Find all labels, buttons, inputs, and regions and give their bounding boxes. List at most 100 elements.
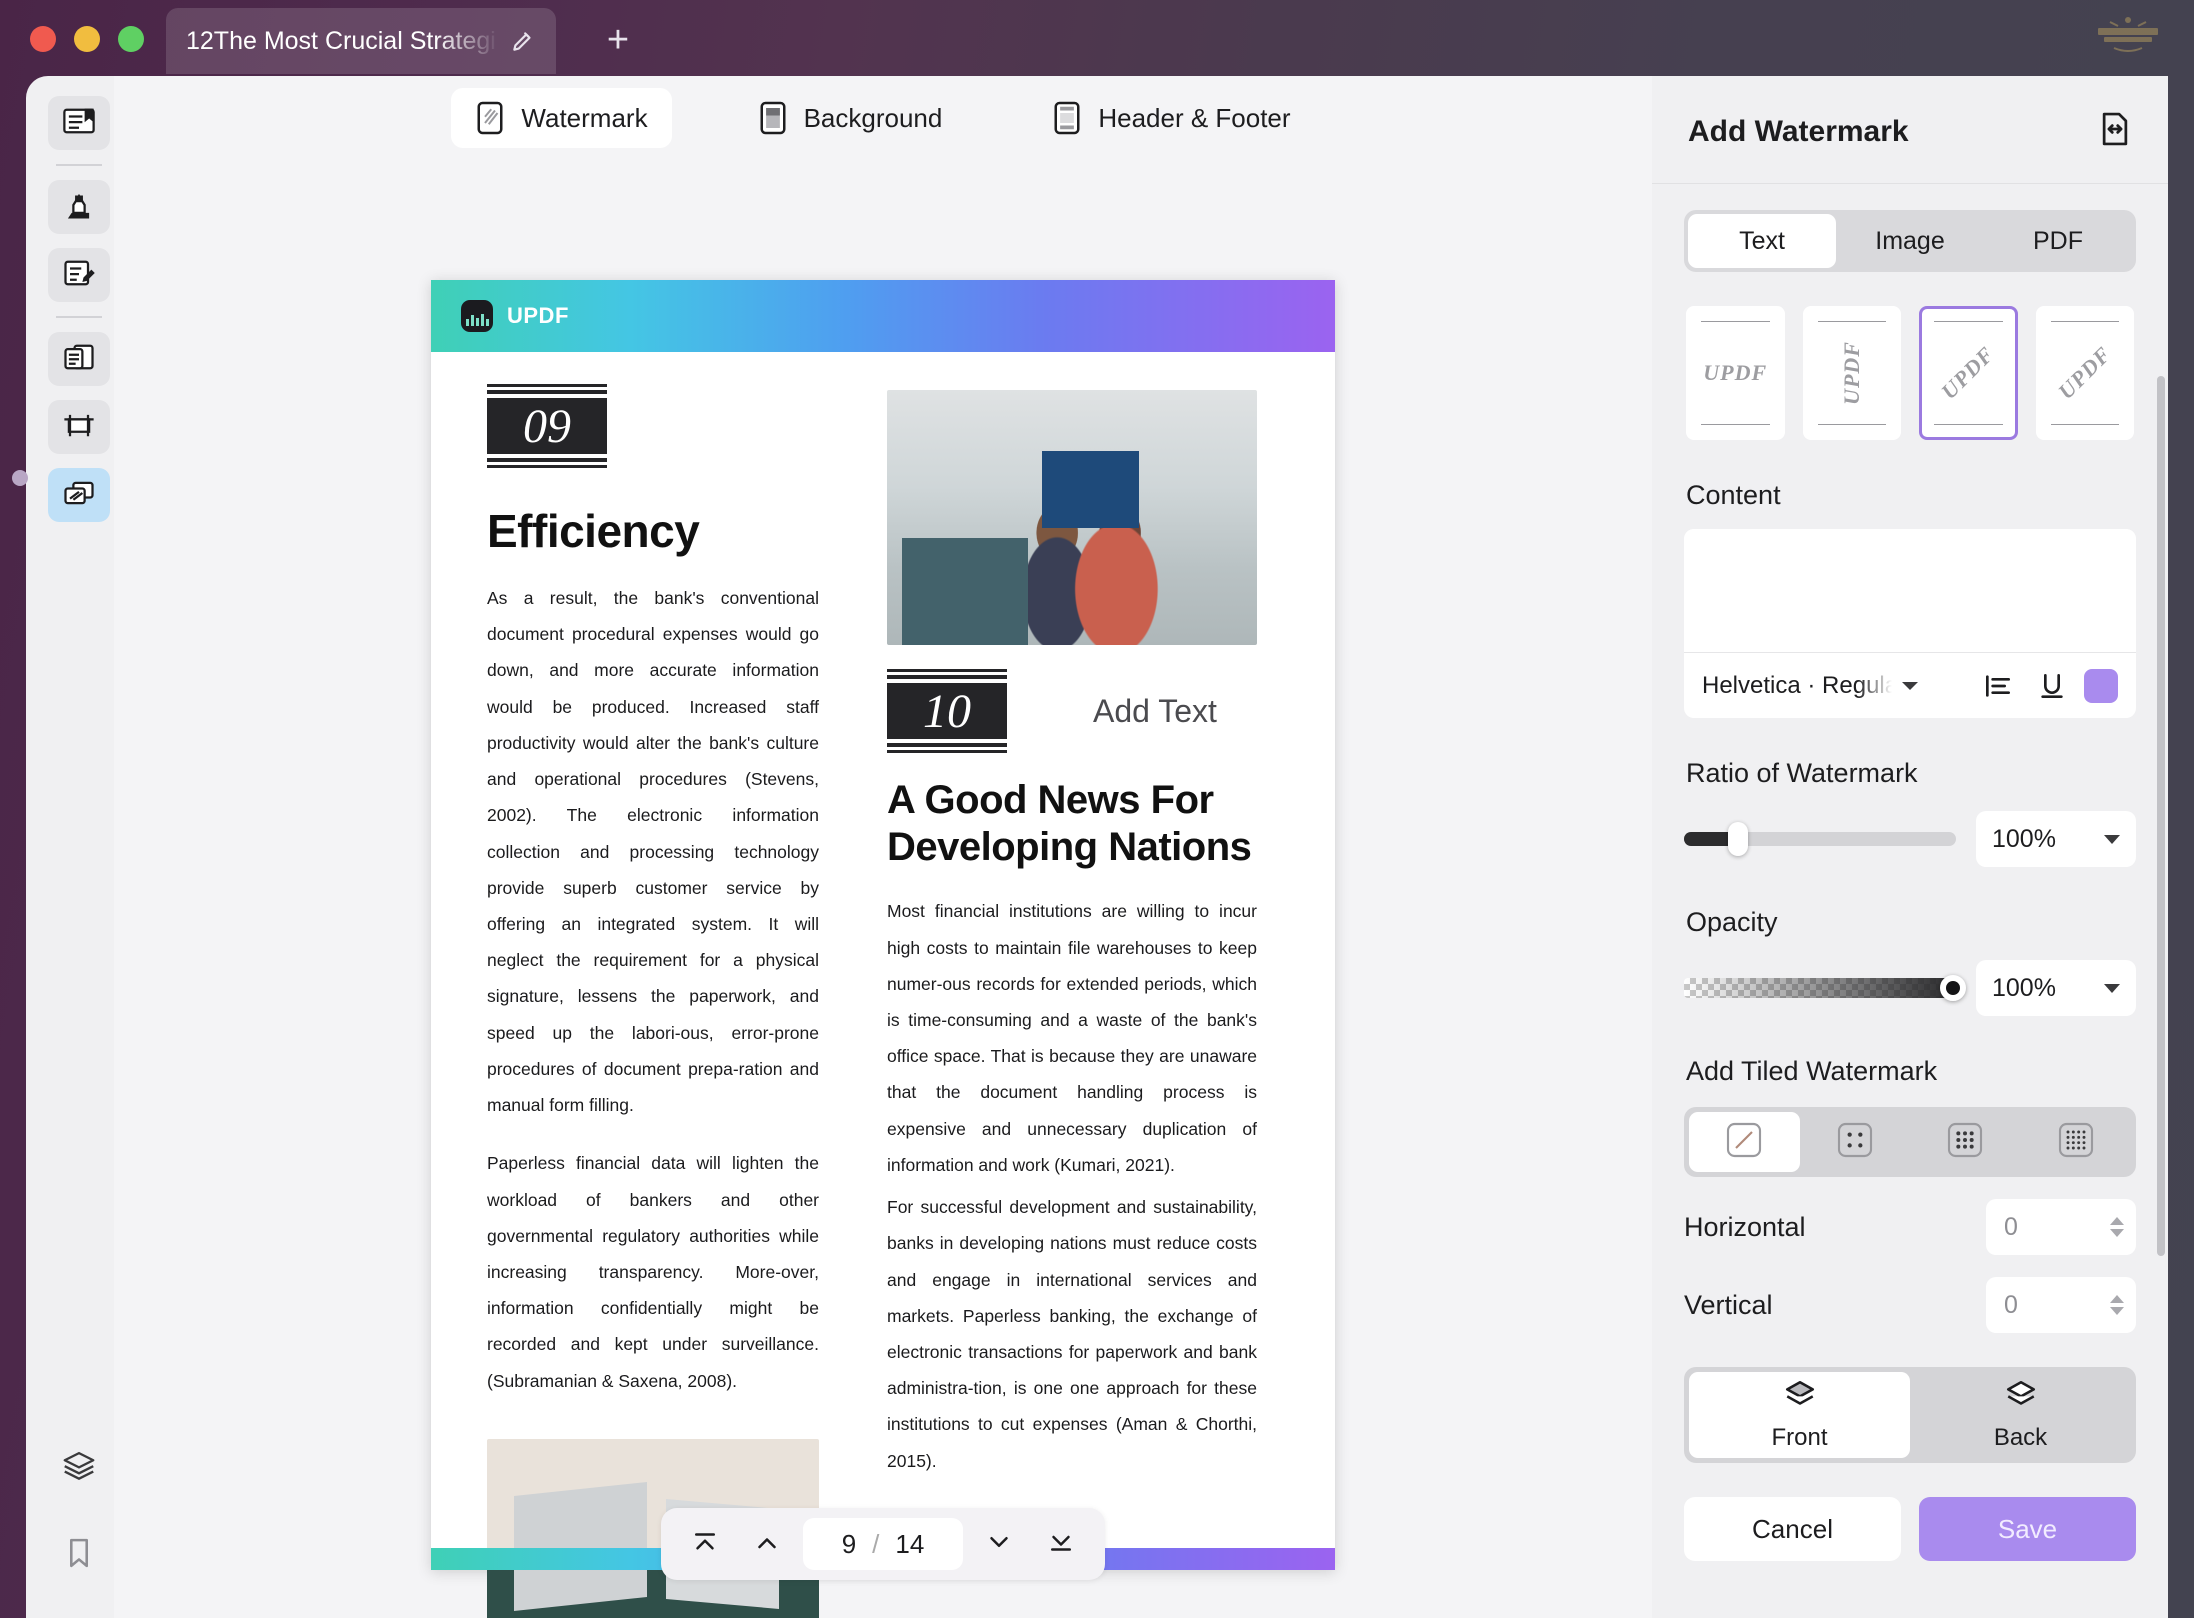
opacity-value: 100% [1992, 973, 2056, 1002]
font-selector[interactable]: Helvetica · Regular [1702, 672, 1966, 700]
align-left-icon[interactable] [1976, 664, 2020, 708]
watermark-presets: UPDF UPDF UPDF UPDF [1686, 306, 2134, 440]
page-separator: / [872, 1528, 880, 1559]
watermark-toolbar: Watermark Background Header & Footer [114, 76, 1652, 160]
sidebar-item-layers[interactable] [48, 1440, 110, 1494]
document-pencil-icon [61, 257, 97, 294]
watermark-text-input[interactable] [1684, 529, 2136, 647]
previous-page-button[interactable] [741, 1518, 793, 1570]
preset-horizontal[interactable]: UPDF [1686, 306, 1785, 440]
stepper-arrows[interactable] [2110, 1217, 2124, 1237]
stepper-up-icon[interactable] [2110, 1217, 2124, 1225]
preset-label: UPDF [1936, 341, 2000, 405]
preset-label: UPDF [1703, 360, 1768, 385]
ratio-label: Ratio of Watermark [1686, 758, 1918, 788]
panel-scrollbar[interactable] [2157, 376, 2165, 1256]
opacity-value-select[interactable]: 100% [1976, 960, 2136, 1016]
watermark-panel: Add Watermark Text Image PDF UPDF UPDF U… [1652, 76, 2168, 1618]
paragraph-right-2: For successful development and sustainab… [887, 1197, 1257, 1471]
preset-label: UPDF [2052, 341, 2116, 405]
panel-resize-icon[interactable] [2098, 110, 2132, 153]
ratio-value-select[interactable]: 100% [1976, 811, 2136, 867]
window-controls[interactable] [30, 26, 144, 52]
tile-option-4x4[interactable] [2021, 1112, 2132, 1172]
document-tab[interactable]: 12The Most Crucial Strategi [166, 8, 556, 74]
opacity-label: Opacity [1686, 907, 1778, 937]
layer-front-label: Front [1771, 1423, 1828, 1451]
stepper-down-icon[interactable] [2110, 1229, 2124, 1237]
close-button[interactable] [30, 26, 56, 52]
sidebar-item-reader-view[interactable] [48, 96, 110, 150]
underline-icon[interactable] [2030, 664, 2074, 708]
page-number-input[interactable]: 9 / 14 [803, 1518, 963, 1570]
last-page-button[interactable] [1035, 1518, 1087, 1570]
layer-position-toggle: Front Back [1684, 1367, 2136, 1463]
panel-header: Add Watermark [1652, 76, 2168, 153]
section-number-10: 10 [887, 669, 1007, 753]
watermark-type-tabs: Text Image PDF [1684, 210, 2136, 272]
stepper-down-icon[interactable] [2110, 1307, 2124, 1315]
horizontal-stepper[interactable]: 0 [1986, 1199, 2136, 1255]
tab-text[interactable]: Text [1688, 214, 1836, 268]
sidebar-item-crop-page[interactable] [48, 400, 110, 454]
tab-image[interactable]: Image [1836, 214, 1984, 268]
ratio-slider[interactable] [1684, 822, 1956, 856]
save-button[interactable]: Save [1919, 1497, 2136, 1561]
sidebar-drag-handle[interactable] [12, 470, 28, 486]
sidebar-item-organize-pages[interactable] [48, 332, 110, 386]
pdf-page[interactable]: UPDF 09 Efficiency As a result, the bank… [431, 280, 1335, 1618]
tab-background[interactable]: Background [734, 88, 967, 148]
updf-logo-icon [461, 300, 493, 332]
vertical-stepper[interactable]: 0 [1986, 1277, 2136, 1333]
preset-vertical[interactable]: UPDF [1802, 306, 1901, 440]
dots-2x2-icon [1835, 1120, 1875, 1165]
new-tab-button[interactable]: + [600, 21, 636, 60]
preset-diagonal-up[interactable]: UPDF [1919, 306, 2018, 440]
chevron-down-icon [1902, 681, 1918, 690]
header-footer-icon [1052, 99, 1082, 137]
diagonal-line-icon [1724, 1120, 1764, 1165]
background-icon [758, 99, 788, 137]
watermark-layers-icon [61, 477, 97, 514]
section-number-09: 09 [487, 384, 607, 468]
tab-pdf[interactable]: PDF [1984, 214, 2132, 268]
bookmark-icon [63, 1535, 95, 1576]
sidebar-item-watermark-tool[interactable] [48, 468, 110, 522]
total-pages-value: 14 [895, 1528, 925, 1559]
page-header-band: UPDF [431, 280, 1335, 352]
horizontal-value: 0 [2004, 1212, 2018, 1241]
sidebar-item-edit-pdf[interactable] [48, 248, 110, 302]
tab-watermark-label: Watermark [521, 102, 648, 133]
tab-header-footer-label: Header & Footer [1098, 102, 1291, 133]
tab-header-footer[interactable]: Header & Footer [1028, 88, 1314, 148]
stepper-arrows[interactable] [2110, 1295, 2124, 1315]
cancel-button[interactable]: Cancel [1684, 1497, 1901, 1561]
tile-option-no-tile[interactable] [1689, 1112, 1800, 1172]
stepper-up-icon[interactable] [2110, 1295, 2124, 1303]
paragraph-right-1: Most financial institutions are willing … [887, 901, 1257, 1175]
pencil-icon[interactable] [510, 28, 536, 54]
sidebar-item-bookmarks[interactable] [48, 1528, 110, 1582]
opacity-slider[interactable] [1684, 975, 1967, 1001]
ratio-value: 100% [1992, 824, 2056, 853]
layer-back-label: Back [1993, 1423, 2048, 1451]
tab-watermark[interactable]: Watermark [451, 88, 672, 148]
next-page-button[interactable] [973, 1518, 1025, 1570]
book-bookmark-icon [61, 105, 97, 142]
tile-option-3x3[interactable] [1910, 1112, 2021, 1172]
ratio-slider-handle[interactable] [1728, 822, 1749, 856]
add-text-label[interactable]: Add Text [1093, 693, 1217, 730]
opacity-slider-handle[interactable] [1940, 975, 1967, 1001]
first-page-button[interactable] [679, 1518, 731, 1570]
minimize-button[interactable] [74, 26, 100, 52]
tile-option-2x2[interactable] [1800, 1112, 1911, 1172]
document-canvas[interactable]: UPDF 09 Efficiency As a result, the bank… [114, 160, 1652, 1618]
watermark-color-swatch[interactable] [2084, 668, 2118, 703]
paragraph-left-2: Paperless financial data will lighten th… [487, 1153, 819, 1391]
sidebar-item-annotate[interactable] [48, 180, 110, 234]
layer-back-option[interactable]: Back [1910, 1372, 2131, 1458]
maximize-button[interactable] [118, 26, 144, 52]
preset-diagonal-down[interactable]: UPDF [2035, 306, 2134, 440]
layer-front-option[interactable]: Front [1689, 1372, 1910, 1458]
tab-background-label: Background [803, 102, 943, 133]
